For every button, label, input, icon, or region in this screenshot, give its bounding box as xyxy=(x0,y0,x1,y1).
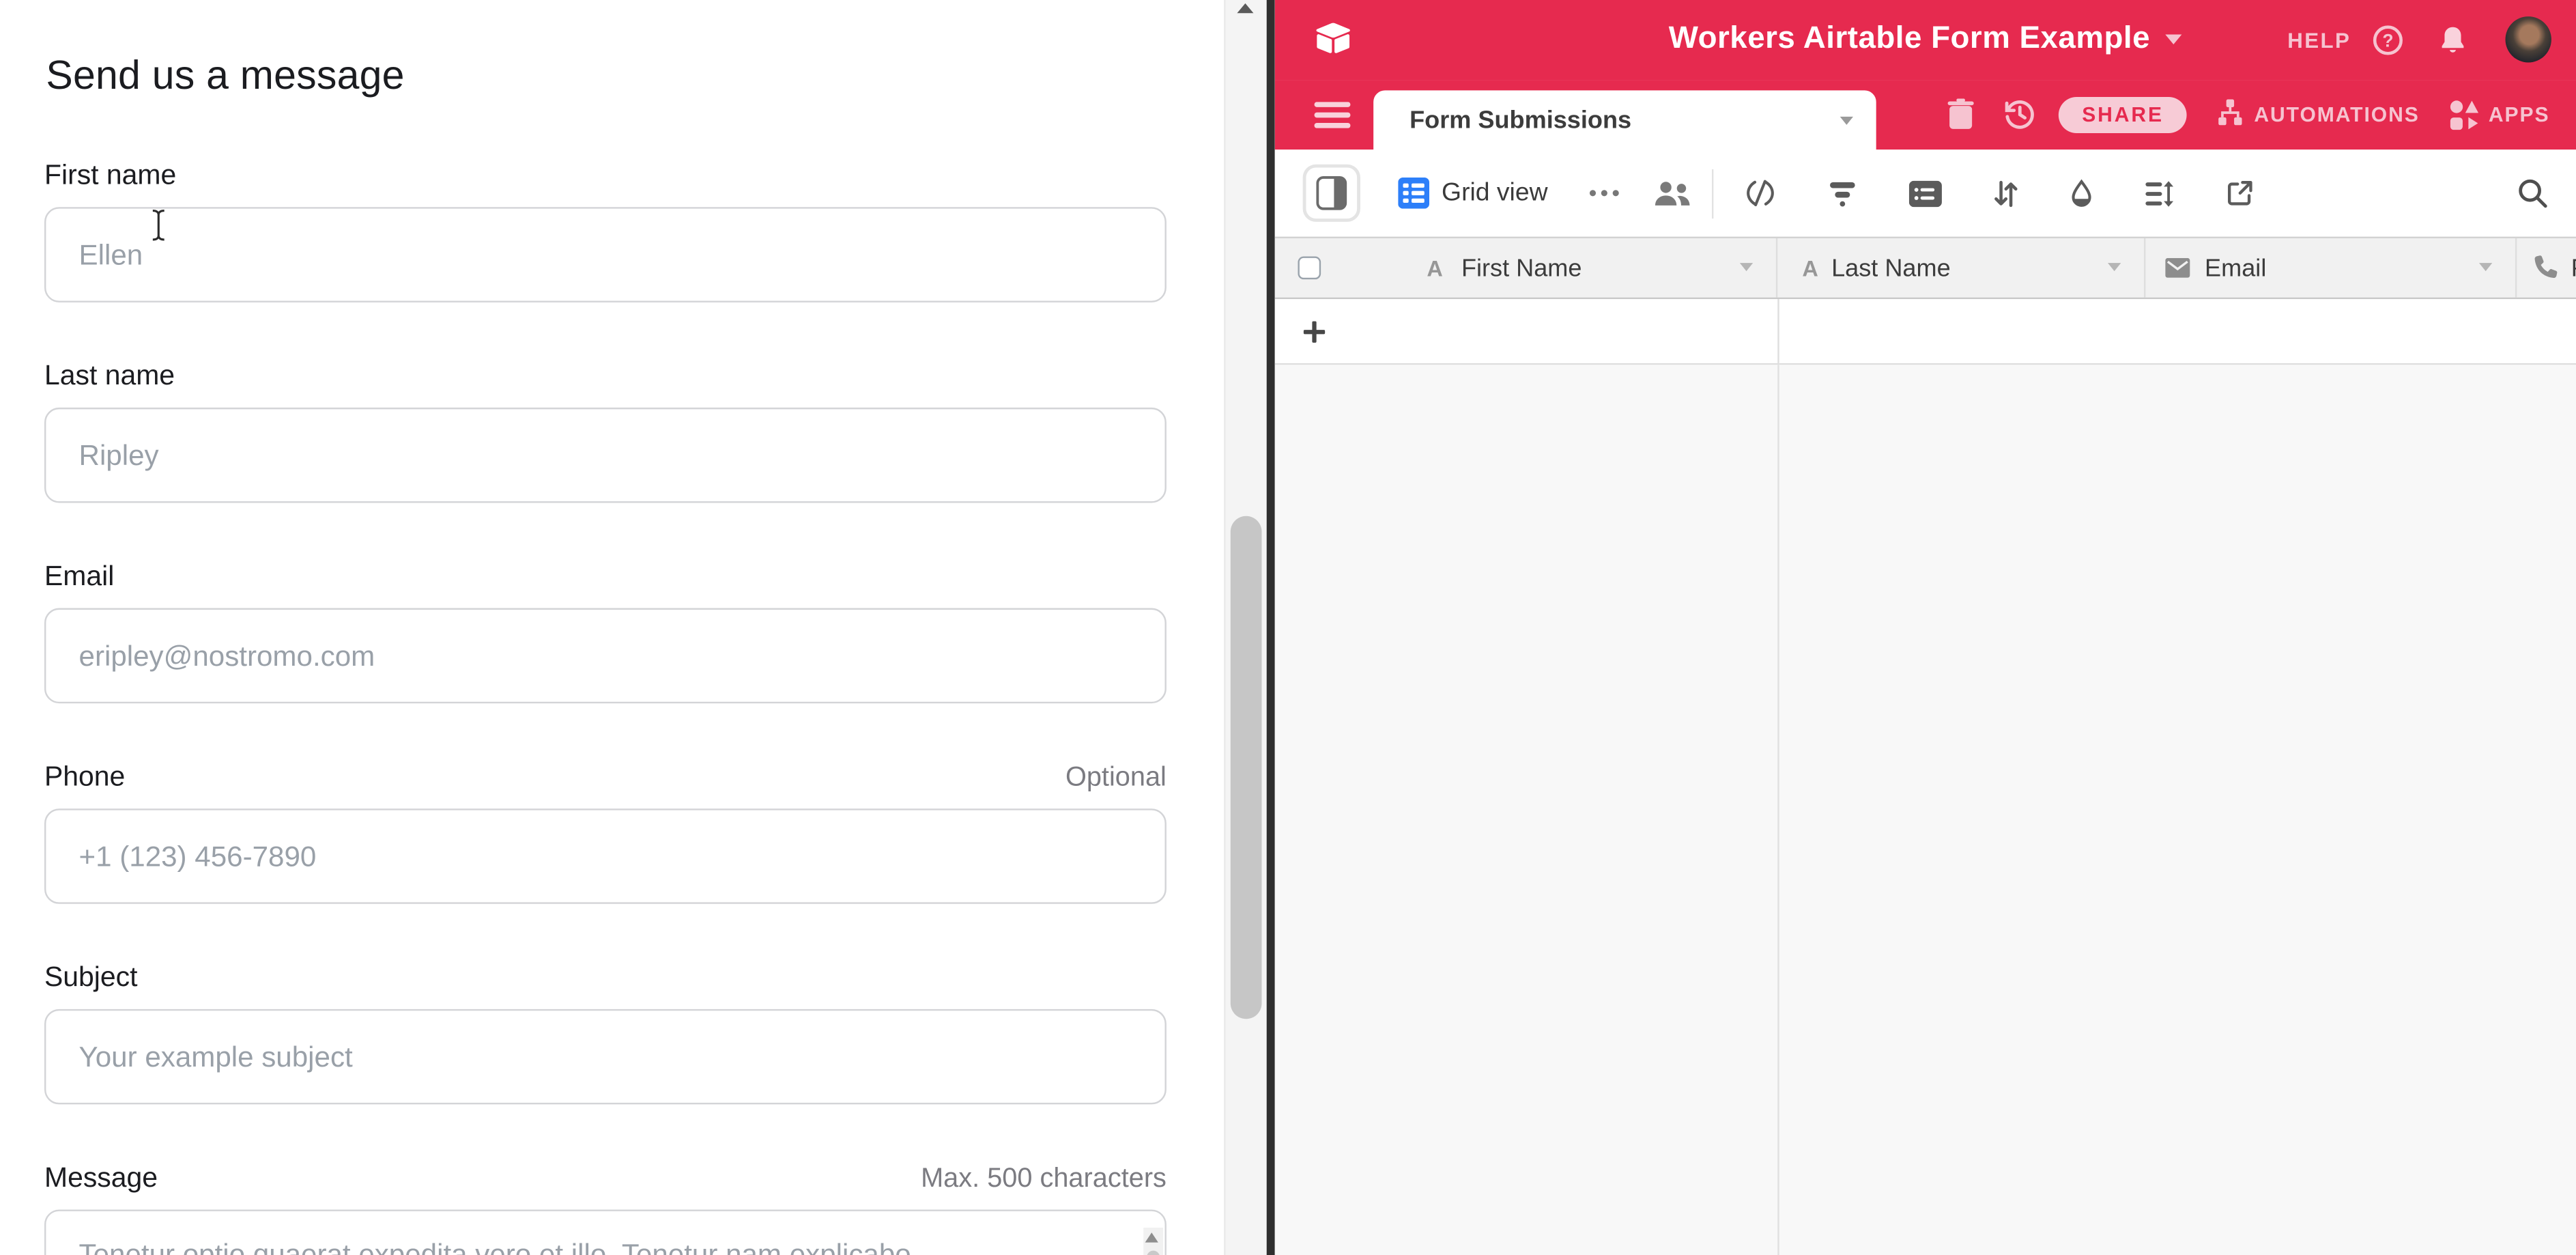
column-header-first-name[interactable]: A First Name xyxy=(1274,238,1778,298)
add-row[interactable] xyxy=(1274,299,2576,364)
field-phone: Phone Optional xyxy=(44,761,1167,903)
phone-input[interactable] xyxy=(44,808,1167,904)
table-name: Form Submissions xyxy=(1409,106,1631,134)
search-icon[interactable] xyxy=(2517,178,2548,209)
sidebar-toggle-icon xyxy=(1315,176,1347,211)
select-all-checkbox[interactable] xyxy=(1298,256,1321,279)
trash-icon[interactable] xyxy=(1947,99,1975,130)
column-header-phone[interactable]: Phone xyxy=(2517,238,2576,298)
base-title-caret-icon[interactable] xyxy=(2165,35,2181,44)
table-caret-icon[interactable] xyxy=(1840,116,1852,124)
screenshot-stage: Send us a message First name Last name E… xyxy=(0,0,2576,1255)
column-header-email[interactable]: Email xyxy=(2145,238,2517,298)
table-tab-form-submissions[interactable]: Form Submissions xyxy=(1373,90,1875,150)
help-circle-icon[interactable]: ? xyxy=(2373,25,2404,56)
email-field-type-icon xyxy=(2165,258,2190,278)
phone-label: Phone xyxy=(44,761,125,793)
row-height-button[interactable] xyxy=(2144,178,2173,208)
view-more-options-icon[interactable] xyxy=(1589,189,1620,197)
message-maxlength-note: Max. 500 characters xyxy=(921,1164,1167,1195)
base-title[interactable]: Workers Airtable Form Example xyxy=(1669,22,2150,58)
apps-label[interactable]: APPS xyxy=(2489,103,2550,126)
automations-icon[interactable] xyxy=(2215,99,2246,130)
views-sidebar-toggle-button[interactable] xyxy=(1302,165,1359,222)
phone-optional-note: Optional xyxy=(1065,763,1167,794)
last-name-input[interactable] xyxy=(44,408,1167,503)
text-field-type-icon: A xyxy=(1802,255,1818,280)
add-record-plus-icon[interactable] xyxy=(1301,318,1328,345)
airtable-topbar: Workers Airtable Form Example HELP ? xyxy=(1274,0,2576,80)
field-message: Message Max. 500 characters xyxy=(44,1162,1167,1255)
first-name-label: First name xyxy=(44,159,176,192)
message-label: Message xyxy=(44,1162,158,1195)
textarea-scrollbar-thumb[interactable] xyxy=(1146,1251,1159,1255)
toolbar-divider xyxy=(1712,169,1713,218)
collaborators-icon[interactable] xyxy=(1653,180,1693,207)
grid-column-divider xyxy=(1777,364,1778,1255)
apps-icon[interactable] xyxy=(2448,98,2480,131)
history-icon[interactable] xyxy=(2003,98,2038,132)
scroll-up-arrow-icon[interactable] xyxy=(1145,1232,1158,1242)
contact-form-pane: Send us a message First name Last name E… xyxy=(0,0,1216,1255)
user-avatar[interactable] xyxy=(2506,17,2551,63)
column-caret-icon[interactable] xyxy=(2479,263,2492,271)
grid-column-divider xyxy=(1777,299,1778,363)
scroll-up-arrow-icon[interactable] xyxy=(1236,3,1253,13)
email-input[interactable] xyxy=(44,608,1167,704)
color-button[interactable] xyxy=(2070,178,2093,208)
page-scrollbar-thumb[interactable] xyxy=(1230,516,1261,1019)
field-subject: Subject xyxy=(44,961,1167,1104)
column-caret-icon[interactable] xyxy=(1740,263,1753,271)
first-name-input[interactable] xyxy=(44,207,1167,302)
window-divider xyxy=(1266,0,1274,1255)
page-title: Send us a message xyxy=(46,54,404,100)
column-caret-icon[interactable] xyxy=(2108,263,2121,271)
hide-fields-button[interactable] xyxy=(1745,178,1776,209)
column-header-last-name[interactable]: A Last Name xyxy=(1777,238,2145,298)
message-textarea[interactable] xyxy=(44,1209,1167,1255)
text-field-type-icon: A xyxy=(1427,255,1442,280)
sort-button[interactable] xyxy=(1993,178,2020,208)
last-name-label: Last name xyxy=(44,360,175,393)
notifications-bell-icon[interactable] xyxy=(2438,25,2467,56)
group-button[interactable] xyxy=(1909,180,1942,207)
field-email: Email xyxy=(44,561,1167,703)
view-name[interactable]: Grid view xyxy=(1442,178,1548,208)
filter-button[interactable] xyxy=(1827,178,1859,208)
airtable-tab-bar: Form Submissions SHARE AUTOMAT xyxy=(1274,80,2576,150)
email-label: Email xyxy=(44,561,114,593)
help-menu[interactable]: HELP xyxy=(2287,27,2351,52)
share-view-button[interactable] xyxy=(2224,178,2254,208)
mouse-text-cursor-icon xyxy=(149,209,167,242)
automations-label[interactable]: AUTOMATIONS xyxy=(2254,103,2419,126)
airtable-pane: Workers Airtable Form Example HELP ? xyxy=(1274,0,2576,1255)
grid-header-row: A First Name A Last Name Email xyxy=(1274,238,2576,299)
svg-text:?: ? xyxy=(2382,30,2393,51)
share-button[interactable]: SHARE xyxy=(2059,96,2187,133)
subject-label: Subject xyxy=(44,961,137,994)
grid-view-icon[interactable] xyxy=(1397,178,1429,209)
textarea-scrollbar[interactable] xyxy=(1143,1228,1162,1255)
phone-field-type-icon xyxy=(2532,255,2558,281)
grid-empty-area xyxy=(1274,364,2576,1255)
view-toolbar: Grid view xyxy=(1274,150,2576,238)
field-first-name: First name xyxy=(44,159,1167,302)
subject-input[interactable] xyxy=(44,1009,1167,1105)
sidebar-menu-icon[interactable] xyxy=(1315,102,1351,128)
field-last-name: Last name xyxy=(44,360,1167,503)
